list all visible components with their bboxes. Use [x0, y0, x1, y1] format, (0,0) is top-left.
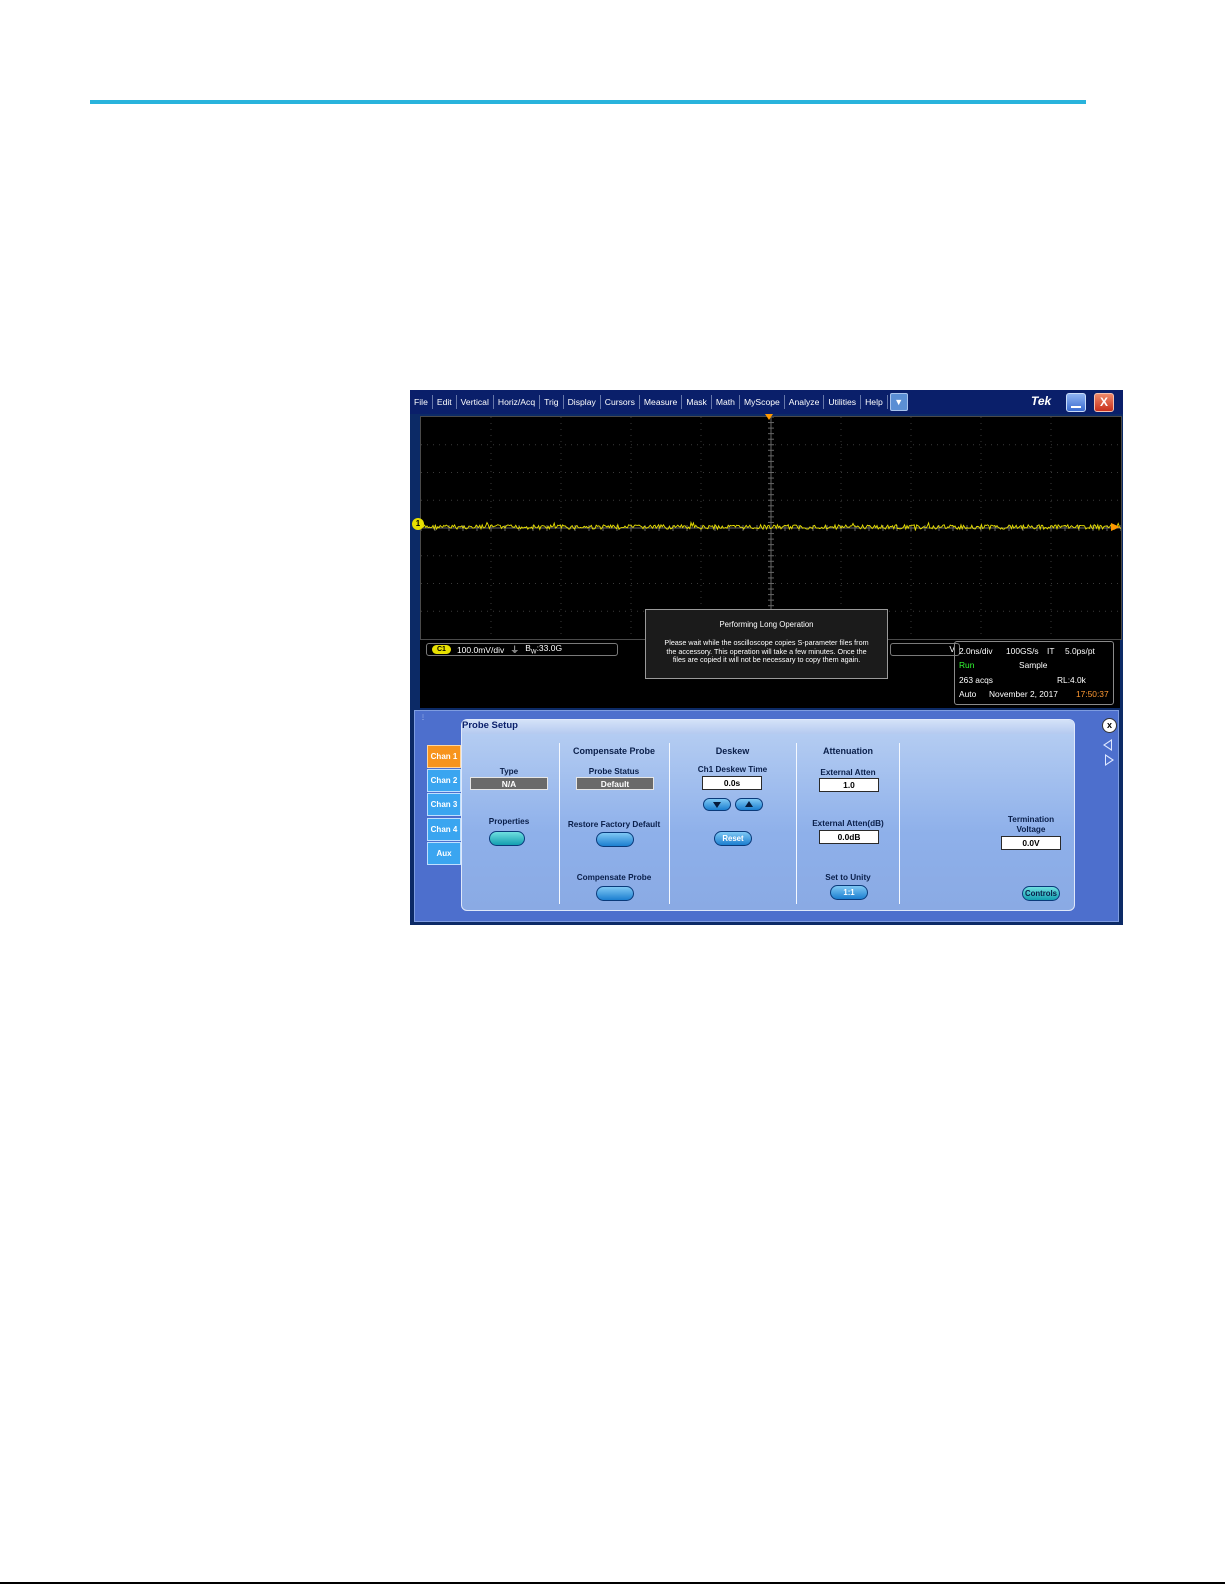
termination-label: Termination — [1007, 815, 1055, 824]
tab-chan-1[interactable]: Chan 1 — [427, 745, 461, 768]
vertical-scale: 100.0mV/div — [456, 644, 505, 655]
panel-titlebar — [462, 720, 1074, 734]
acquisition-readout[interactable]: 2.0ns/div 100GS/s IT 5.0ps/pt Run Sample… — [954, 641, 1114, 705]
properties-button[interactable] — [489, 831, 525, 846]
probe-status-value: Default — [576, 777, 654, 790]
menu-display[interactable]: Display — [564, 395, 601, 409]
waveform-graticule[interactable] — [420, 416, 1122, 640]
divider — [899, 743, 900, 904]
oscilloscope-window: File Edit Vertical Horiz/Acq Trig Displa… — [410, 390, 1123, 925]
termination-voltage-label: Voltage — [1016, 825, 1046, 834]
close-panel-button[interactable]: x — [1102, 718, 1117, 733]
timebase: 2.0ns/div — [959, 646, 993, 656]
trigger-position-icon[interactable] — [765, 414, 773, 420]
date-readout: November 2, 2017 — [989, 689, 1058, 699]
properties-label: Properties — [488, 817, 530, 826]
menu-horiz-acq[interactable]: Horiz/Acq — [494, 395, 541, 409]
set-to-unity-label: Set to Unity — [825, 873, 871, 882]
header-rule — [90, 100, 1086, 104]
panel-grip-icon[interactable]: ⋮ — [420, 714, 426, 721]
menu-math[interactable]: Math — [712, 395, 740, 409]
menu-mask[interactable]: Mask — [682, 395, 712, 409]
chevron-up-icon — [745, 801, 753, 807]
sample-rate: 100GS/s — [1006, 646, 1039, 656]
panel-next-icon[interactable] — [1105, 754, 1114, 766]
deskew-time-input[interactable]: 0.0s — [702, 776, 762, 790]
termination-voltage-input[interactable]: 0.0V — [1001, 836, 1061, 850]
external-atten-label: External Atten — [820, 768, 876, 777]
menu-vertical[interactable]: Vertical — [457, 395, 494, 409]
external-atten-db-input[interactable]: 0.0dB — [819, 830, 879, 844]
minimize-icon — [1071, 406, 1081, 408]
menu-measure[interactable]: Measure — [640, 395, 683, 409]
restore-label: Restore Factory Default — [567, 820, 661, 829]
menu-dropdown-icon[interactable]: ▼ — [889, 393, 908, 411]
tab-chan-2[interactable]: Chan 2 — [427, 769, 461, 792]
tab-chan-4[interactable]: Chan 4 — [427, 818, 461, 841]
menu-utilities[interactable]: Utilities — [824, 395, 862, 409]
c1-badge: C1 — [432, 645, 451, 654]
menu-help[interactable]: Help — [861, 395, 888, 409]
probe-status-label: Probe Status — [588, 767, 640, 776]
minimize-button[interactable] — [1066, 393, 1086, 412]
divider — [796, 743, 797, 904]
hidden-readout: V — [890, 643, 960, 656]
deskew-decrease-button[interactable] — [703, 798, 731, 811]
external-atten-input[interactable]: 1.0 — [819, 778, 879, 792]
channel-1-readout[interactable]: C1 100.0mV/div ⏚ BW:33.0G — [426, 643, 618, 656]
compensate-probe-button[interactable] — [596, 886, 634, 901]
menu-file[interactable]: File — [410, 395, 433, 409]
graticule-grid — [421, 417, 1121, 639]
record-length: RL:4.0k — [1057, 675, 1086, 685]
type-value: N/A — [470, 777, 548, 790]
dialog-message: Please wait while the oscilloscope copie… — [664, 638, 869, 664]
controls-button[interactable]: Controls — [1022, 886, 1060, 901]
compensate-label: Compensate Probe — [576, 873, 652, 882]
time-readout: 17:50:37 — [1076, 689, 1109, 699]
acq-mode: Sample — [1019, 660, 1048, 670]
footer-rule — [0, 1582, 1225, 1584]
long-operation-dialog: Performing Long Operation Please wait wh… — [645, 609, 888, 679]
dialog-title: Performing Long Operation — [719, 620, 814, 629]
tek-logo: Tek — [1031, 394, 1052, 408]
tab-chan-3[interactable]: Chan 3 — [427, 793, 461, 816]
menu-cursors[interactable]: Cursors — [601, 395, 640, 409]
deskew-time-label: Ch1 Deskew Time — [697, 765, 768, 774]
set-to-unity-button[interactable]: 1:1 — [830, 885, 868, 900]
compensate-header: Compensate Probe — [572, 746, 656, 756]
panel-title: Probe Setup — [462, 720, 518, 731]
menu-bar: File Edit Vertical Horiz/Acq Trig Displa… — [410, 390, 1123, 414]
channel-1-marker[interactable]: 1 — [412, 518, 424, 530]
menu-analyze[interactable]: Analyze — [785, 395, 825, 409]
reset-button[interactable]: Reset — [714, 831, 752, 846]
chevron-down-icon — [713, 802, 721, 808]
close-window-button[interactable]: X — [1094, 393, 1114, 412]
divider — [669, 743, 670, 904]
menu-trig[interactable]: Trig — [540, 395, 564, 409]
attenuation-header: Attenuation — [823, 746, 873, 756]
bandwidth-readout: BW:33.0G — [525, 643, 563, 656]
divider — [559, 743, 560, 904]
menu-myscope[interactable]: MyScope — [740, 395, 785, 409]
trigger-mode: Auto — [959, 689, 977, 699]
deskew-increase-button[interactable] — [735, 798, 763, 811]
type-label: Type — [499, 767, 519, 776]
ground-coupling-icon: ⏚ — [510, 645, 520, 655]
acq-count: 263 acqs — [959, 675, 993, 685]
resolution: 5.0ps/pt — [1065, 646, 1095, 656]
menu-edit[interactable]: Edit — [433, 395, 457, 409]
mode-code: IT — [1047, 646, 1055, 656]
tab-aux[interactable]: Aux — [427, 842, 461, 865]
external-atten-db-label: External Atten(dB) — [812, 819, 884, 828]
restore-factory-default-button[interactable] — [596, 832, 634, 847]
run-state: Run — [959, 660, 975, 670]
deskew-header: Deskew — [715, 746, 750, 756]
panel-previous-icon[interactable] — [1103, 739, 1112, 751]
